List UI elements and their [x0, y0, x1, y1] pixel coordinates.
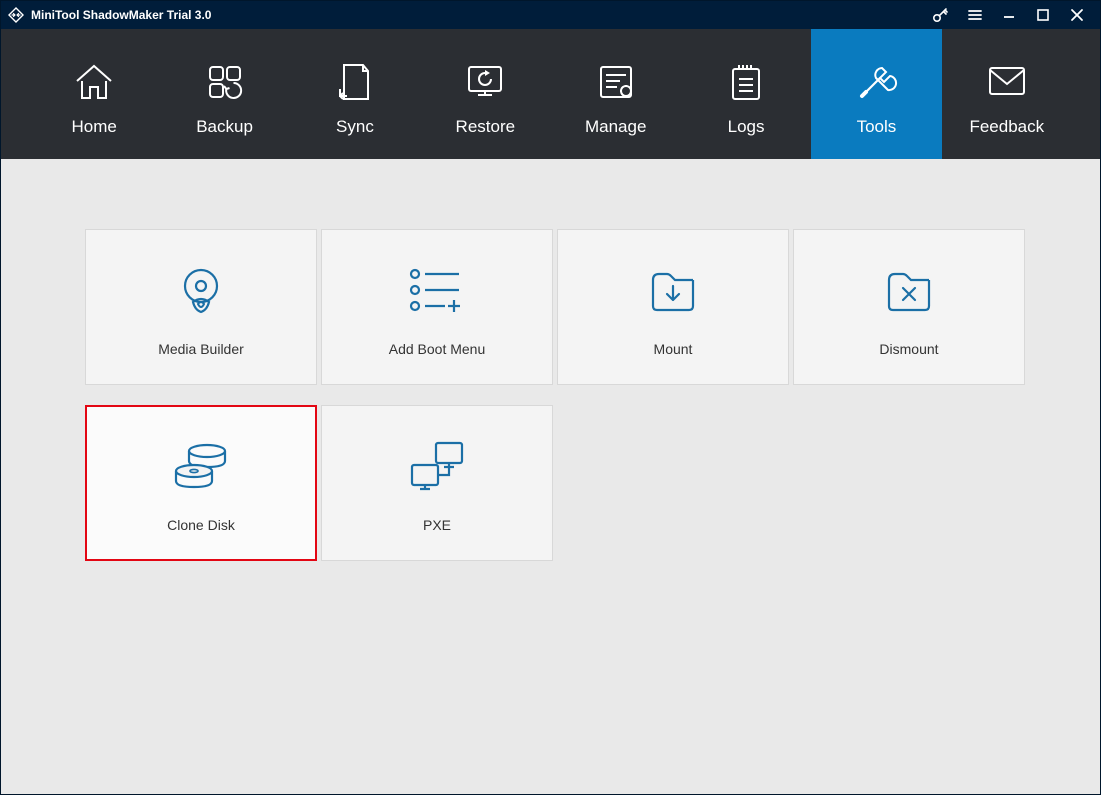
pxe-icon — [406, 433, 468, 499]
nav-logs[interactable]: Logs — [681, 29, 811, 159]
tile-pxe[interactable]: PXE — [321, 405, 553, 561]
tile-media-builder[interactable]: Media Builder — [85, 229, 317, 385]
main-nav: Home Backup — [1, 29, 1100, 159]
backup-icon — [204, 59, 246, 105]
feedback-icon — [986, 59, 1028, 105]
tile-mount[interactable]: Mount — [557, 229, 789, 385]
tile-label: Dismount — [879, 341, 938, 357]
media-builder-icon — [173, 257, 229, 323]
app-title: MiniTool ShadowMaker Trial 3.0 — [31, 8, 211, 22]
restore-icon — [464, 59, 506, 105]
nav-tools[interactable]: Tools — [811, 29, 941, 159]
logs-icon — [728, 59, 764, 105]
tile-label: Media Builder — [158, 341, 244, 357]
manage-icon — [595, 59, 637, 105]
nav-home[interactable]: Home — [29, 29, 159, 159]
title-bar: MiniTool ShadowMaker Trial 3.0 — [1, 1, 1100, 29]
nav-label: Feedback — [969, 117, 1044, 137]
clone-disk-icon — [170, 433, 232, 499]
sync-icon — [337, 59, 373, 105]
tile-label: Clone Disk — [167, 517, 235, 533]
app-logo-icon — [7, 6, 25, 24]
nav-label: Backup — [196, 117, 253, 137]
maximize-button[interactable] — [1026, 1, 1060, 29]
key-icon[interactable] — [924, 1, 958, 29]
tile-add-boot-menu[interactable]: Add Boot Menu — [321, 229, 553, 385]
add-boot-menu-icon — [405, 257, 469, 323]
nav-label: Tools — [857, 117, 897, 137]
tools-icon — [854, 59, 898, 105]
tools-grid: Media Builder — [85, 229, 1025, 561]
content-area: Media Builder — [1, 159, 1100, 794]
nav-manage[interactable]: Manage — [551, 29, 681, 159]
nav-label: Restore — [456, 117, 516, 137]
nav-restore[interactable]: Restore — [420, 29, 550, 159]
tile-label: Mount — [654, 341, 693, 357]
nav-label: Sync — [336, 117, 374, 137]
home-icon — [73, 59, 115, 105]
tile-label: Add Boot Menu — [389, 341, 486, 357]
tile-clone-disk[interactable]: Clone Disk — [85, 405, 317, 561]
nav-label: Logs — [728, 117, 765, 137]
nav-backup[interactable]: Backup — [159, 29, 289, 159]
nav-label: Manage — [585, 117, 646, 137]
minimize-button[interactable] — [992, 1, 1026, 29]
menu-icon[interactable] — [958, 1, 992, 29]
tile-dismount[interactable]: Dismount — [793, 229, 1025, 385]
nav-sync[interactable]: Sync — [290, 29, 420, 159]
close-button[interactable] — [1060, 1, 1094, 29]
dismount-icon — [883, 257, 935, 323]
mount-icon — [647, 257, 699, 323]
tile-label: PXE — [423, 517, 451, 533]
nav-feedback[interactable]: Feedback — [942, 29, 1072, 159]
nav-label: Home — [72, 117, 117, 137]
app-window: MiniTool ShadowMaker Trial 3.0 — [0, 0, 1101, 795]
